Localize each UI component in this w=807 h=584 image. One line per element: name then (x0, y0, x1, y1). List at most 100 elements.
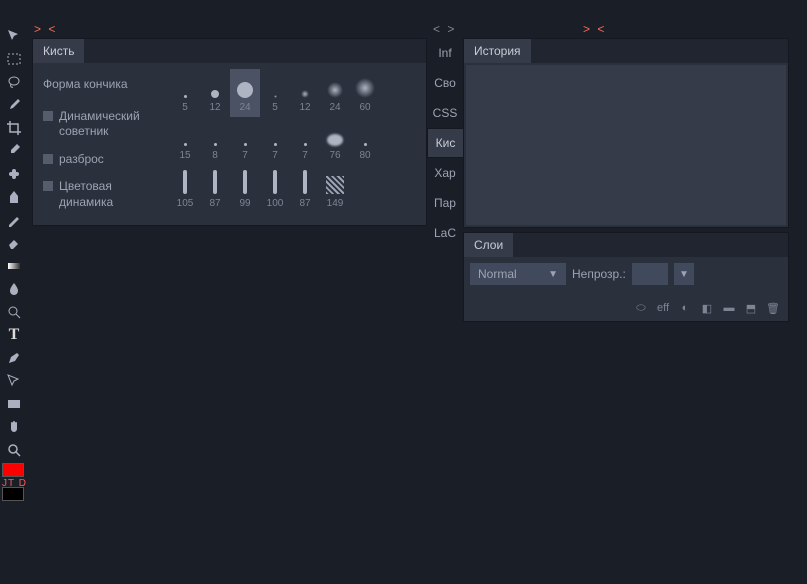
panel-tab-css[interactable]: CSS (427, 98, 463, 128)
new-layer-icon[interactable]: ⬒ (744, 301, 758, 315)
opt-tip-shape[interactable]: Форма кончика (39, 71, 162, 103)
brush-preset[interactable]: 12 (200, 69, 230, 117)
blur-tool[interactable] (0, 277, 28, 300)
panel-tab-кис[interactable]: Кис (427, 128, 463, 158)
brush-preset[interactable]: 76 (320, 117, 350, 165)
brush-shape-icon (303, 170, 307, 194)
lasso-tool[interactable] (0, 70, 28, 93)
brush-preset[interactable]: 15 (170, 117, 200, 165)
trash-icon[interactable]: 🗑 (766, 301, 780, 315)
foreground-swatch[interactable] (2, 463, 24, 477)
brush-shape-icon (244, 143, 247, 146)
mask-icon[interactable]: ◧ (700, 301, 714, 315)
brush-preset[interactable]: 100 (260, 165, 290, 213)
panel-tab-lac[interactable]: LaC (427, 218, 463, 248)
brush-size-label: 149 (327, 198, 344, 209)
brush-size-label: 5 (182, 102, 188, 113)
brush-preset[interactable]: 5 (170, 69, 200, 117)
chevron-down-icon: ▼ (548, 269, 558, 280)
brush-preset[interactable]: 87 (200, 165, 230, 213)
checkbox-icon[interactable] (43, 181, 53, 191)
dock-handle-left[interactable]: > < (34, 22, 57, 36)
brush-preset[interactable]: 12 (290, 69, 320, 117)
brush-shape-icon (327, 134, 343, 146)
brush-preset[interactable]: 7 (260, 117, 290, 165)
effects-icon[interactable]: eff (656, 301, 670, 315)
tab-history[interactable]: История (464, 39, 531, 63)
pen-tool[interactable] (0, 346, 28, 369)
brush-shape-icon (326, 176, 344, 194)
history-list (466, 65, 786, 225)
opacity-input[interactable] (632, 263, 668, 285)
brush-preset[interactable]: 24 (320, 69, 350, 117)
blend-mode-select[interactable]: Normal ▼ (470, 263, 566, 285)
panel-tab-пар[interactable]: Пар (427, 188, 463, 218)
tab-layers[interactable]: Слои (464, 233, 513, 257)
dock-handle-mid[interactable]: < > (433, 22, 456, 36)
zoom-tool[interactable] (0, 438, 28, 461)
shape-tool[interactable] (0, 369, 28, 392)
layers-panel: Слои Normal ▼ Непрозр.: ▼ ⬭ eff ◐ ◧ ▬ (463, 232, 789, 322)
checkbox-icon[interactable] (43, 111, 53, 121)
rect-tool[interactable] (0, 392, 28, 415)
clone-tool[interactable] (0, 185, 28, 208)
folder-icon[interactable]: ▬ (722, 301, 736, 315)
brush-size-label: 87 (209, 198, 220, 209)
toolbar: T JT D (0, 0, 30, 584)
opt-scatter[interactable]: разброс (39, 146, 162, 174)
sharpen-tool[interactable] (0, 300, 28, 323)
brush-preset[interactable]: 7 (290, 117, 320, 165)
brush-shape-icon (327, 82, 343, 98)
panel-tab-inf[interactable]: Inf (427, 38, 463, 68)
opt-dynamic[interactable]: Динамический советник (39, 103, 162, 146)
brush-size-label: 8 (212, 150, 218, 161)
brush-shape-icon (213, 170, 217, 194)
tab-brush[interactable]: Кисть (33, 39, 84, 63)
brush-preset[interactable]: 8 (200, 117, 230, 165)
move-tool[interactable] (0, 24, 28, 47)
link-icon[interactable]: ⬭ (634, 301, 648, 315)
brush-preset[interactable]: 60 (350, 69, 380, 117)
brush-size-label: 80 (359, 150, 370, 161)
brush-preset[interactable]: 5 (260, 69, 290, 117)
brush-shape-icon (183, 170, 187, 194)
brush-preset[interactable]: 99 (230, 165, 260, 213)
brush-size-label: 24 (329, 102, 340, 113)
dock-handle-right[interactable]: > < (583, 22, 606, 36)
brush-size-label: 60 (359, 102, 370, 113)
hand-tool[interactable] (0, 415, 28, 438)
brush-tool[interactable] (0, 93, 28, 116)
brush-preset[interactable]: 7 (230, 117, 260, 165)
brush-preset[interactable]: 105 (170, 165, 200, 213)
background-swatch[interactable] (2, 487, 24, 501)
brush-shape-icon (243, 170, 247, 194)
brush-panel: Кисть Форма кончика Динамический советни… (32, 38, 427, 226)
color-swatches[interactable]: JT D (0, 461, 30, 503)
text-tool[interactable]: T (0, 323, 28, 346)
rect-select-tool[interactable] (0, 47, 28, 70)
eraser-tool[interactable] (0, 231, 28, 254)
heal-tool[interactable] (0, 162, 28, 185)
brush-size-label: 87 (299, 198, 310, 209)
brush-preset[interactable]: 80 (350, 117, 380, 165)
paint-tool[interactable] (0, 208, 28, 231)
collapsed-panel-tabs: InfСвоCSSКисХарПарLaC (427, 38, 463, 248)
brush-shape-icon (364, 143, 367, 146)
layers-footer: ⬭ eff ◐ ◧ ▬ ⬒ 🗑 (464, 295, 788, 321)
brush-size-label: 12 (209, 102, 220, 113)
panel-tab-хар[interactable]: Хар (427, 158, 463, 188)
brush-shape-icon (304, 143, 307, 146)
brush-preset[interactable]: 149 (320, 165, 350, 213)
brush-preset[interactable]: 24 (230, 69, 260, 117)
brush-size-label: 7 (272, 150, 278, 161)
opacity-dropdown[interactable]: ▼ (674, 263, 694, 285)
eyedropper-tool[interactable] (0, 139, 28, 162)
opt-color-dyn[interactable]: Цветовая динамика (39, 173, 162, 216)
checkbox-icon[interactable] (43, 154, 53, 164)
adjust-icon[interactable]: ◐ (678, 301, 692, 315)
brush-preset[interactable]: 87 (290, 165, 320, 213)
gradient-tool[interactable] (0, 254, 28, 277)
brush-shape-icon (274, 143, 277, 146)
panel-tab-сво[interactable]: Сво (427, 68, 463, 98)
crop-tool[interactable] (0, 116, 28, 139)
